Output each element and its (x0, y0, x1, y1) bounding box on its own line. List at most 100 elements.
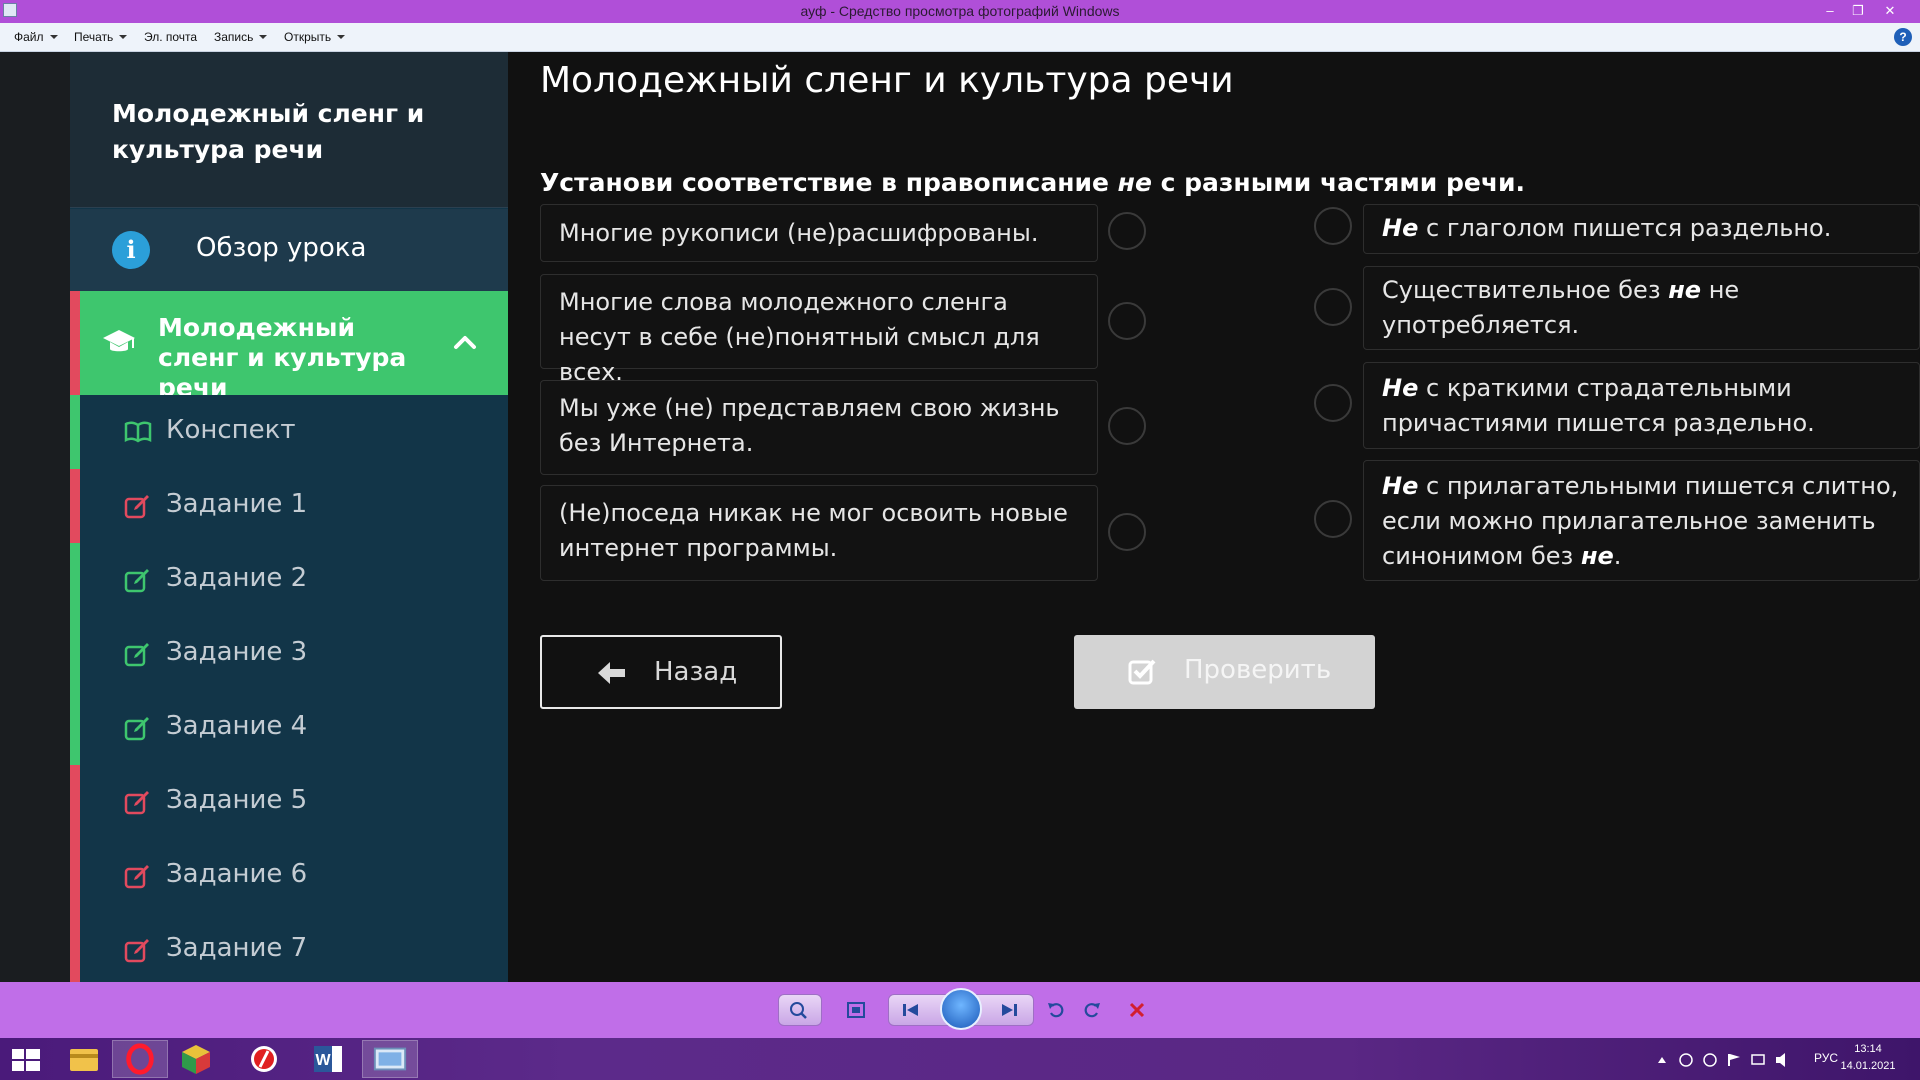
check-button[interactable]: Проверить (1074, 635, 1375, 709)
match-left-radio-3[interactable] (1108, 407, 1146, 445)
sidebar-item-task-1[interactable]: Задание 1 (70, 469, 508, 543)
zoom-icon[interactable] (788, 1000, 810, 1020)
word-icon[interactable]: W (300, 1040, 356, 1078)
match-left-item-2[interactable]: Многие слова молодежного сленга несут в … (540, 274, 1098, 386)
sidebar-item-task-5[interactable]: Задание 5 (70, 765, 508, 839)
match-right-radio-2[interactable] (1314, 288, 1352, 326)
rotate-right-icon[interactable] (1080, 1000, 1102, 1020)
menu-file-label: Файл (14, 30, 44, 44)
rotate-left-icon[interactable] (1046, 1000, 1068, 1020)
status-bar (70, 913, 80, 987)
menu-open[interactable]: Открыть (284, 30, 346, 44)
next-icon[interactable] (998, 1000, 1020, 1020)
match-right-item-3[interactable]: Не с краткими страдательными причастиями… (1363, 362, 1920, 449)
menu-print[interactable]: Печать (74, 30, 128, 44)
taskbar-clock[interactable]: 13:14 14.01.2021 (1838, 1041, 1898, 1075)
sidebar-item-task-3[interactable]: Задание 3 (70, 617, 508, 691)
match-left-radio-4[interactable] (1108, 513, 1146, 551)
sidebar-item-label: Задание 6 (166, 859, 308, 889)
sidebar-item-task-4[interactable]: Задание 4 (70, 691, 508, 765)
match-left-radio-1[interactable] (1108, 212, 1146, 250)
sidebar-item-label: Задание 4 (166, 711, 308, 741)
chevron-up-icon[interactable] (452, 329, 478, 355)
tray-icons[interactable] (1658, 1052, 1838, 1068)
arrow-left-icon (598, 662, 625, 684)
system-tray: РУС 13:14 14.01.2021 (1640, 1038, 1920, 1080)
viewer-toolbar (0, 982, 1920, 1038)
sidebar-section-active[interactable]: Молодежный сленг и культура речи (70, 291, 508, 402)
match-item-text: Мы уже (не) представляем свою жизнь без … (559, 394, 1060, 457)
delete-icon[interactable] (1126, 1000, 1148, 1020)
match-right-radio-4[interactable] (1314, 500, 1352, 538)
match-right-item-4[interactable]: Не с прилагательными пишется слитно, есл… (1363, 460, 1920, 581)
status-bar (70, 543, 80, 617)
match-item-text: Существительное без (1382, 276, 1669, 304)
sidebar-item-label: Задание 5 (166, 785, 308, 815)
match-right-radio-3[interactable] (1314, 384, 1352, 422)
sidebar-header: Молодежный сленг и культура речи (70, 52, 508, 208)
match-item-text: с прилагательными пишется слитно, если м… (1382, 472, 1899, 570)
status-bar (70, 765, 80, 839)
opera-browser-icon[interactable] (112, 1040, 168, 1078)
emphasis-ne: не (1580, 542, 1614, 570)
fit-window-icon[interactable] (845, 1000, 867, 1020)
match-item-text: Многие слова молодежного сленга несут в … (559, 288, 1040, 386)
edit-icon (124, 717, 149, 741)
sidebar-item-label: Задание 1 (166, 489, 308, 519)
info-icon: i (112, 231, 150, 269)
match-left-radio-2[interactable] (1108, 302, 1146, 340)
match-left-item-3[interactable]: Мы уже (не) представляем свою жизнь без … (540, 380, 1098, 475)
window-title: ауф - Средство просмотра фотографий Wind… (800, 3, 1120, 19)
emphasis-ne: Не (1382, 214, 1419, 242)
sidebar-item-summary[interactable]: Конспект (70, 395, 508, 469)
language-indicator[interactable]: РУС (1814, 1051, 1838, 1065)
clock-date: 14.01.2021 (1840, 1060, 1896, 1072)
match-item-text: (Не)поседа никак не мог освоить новые ин… (559, 499, 1068, 562)
sidebar-item-label: Конспект (166, 415, 296, 445)
restore-button[interactable]: ❐ (1846, 1, 1870, 21)
menu-email[interactable]: Эл. почта (144, 30, 197, 44)
edit-icon (124, 939, 149, 963)
match-right-item-2[interactable]: Существительное без не не употребляется. (1363, 266, 1920, 350)
menu-print-label: Печать (74, 30, 114, 44)
menu-file[interactable]: Файл (14, 30, 58, 44)
sidebar-item-task-7[interactable]: Задание 7 (70, 913, 508, 987)
match-left-item-4[interactable]: (Не)поседа никак не мог освоить новые ин… (540, 485, 1098, 581)
game-cube-icon[interactable] (168, 1040, 224, 1078)
file-explorer-icon[interactable] (56, 1040, 112, 1078)
minimize-button[interactable]: – (1818, 1, 1842, 21)
sidebar-item-label: Задание 2 (166, 563, 308, 593)
match-item-text: с краткими страдательными причастиями пи… (1382, 374, 1815, 437)
sidebar-item-label: Задание 3 (166, 637, 308, 667)
menu-burn[interactable]: Запись (214, 30, 268, 44)
match-left-item-1[interactable]: Многие рукописи (не)расшифрованы. (540, 204, 1098, 262)
slideshow-button[interactable] (940, 988, 982, 1030)
sidebar-item-overview[interactable]: i Обзор урока (70, 209, 508, 291)
status-bar (70, 617, 80, 691)
match-right-item-1[interactable]: Не с глаголом пишется раздельно. (1363, 204, 1920, 254)
antivirus-app-icon[interactable] (236, 1040, 292, 1078)
previous-icon[interactable] (900, 1000, 922, 1020)
sidebar-item-task-6[interactable]: Задание 6 (70, 839, 508, 913)
edit-icon (124, 791, 149, 815)
match-item-text: . (1613, 542, 1622, 570)
edit-icon (124, 569, 149, 593)
instruction-text: с разными частями речи. (1151, 168, 1526, 197)
course-title: Молодежный сленг и культура речи (112, 99, 425, 164)
photo-viewer-taskbar-icon[interactable] (362, 1040, 418, 1078)
chevron-down-icon (337, 35, 346, 39)
back-button[interactable]: Назад (540, 635, 782, 709)
close-window-button[interactable]: ✕ (1878, 1, 1902, 21)
sidebar-item-task-2[interactable]: Задание 2 (70, 543, 508, 617)
help-icon[interactable]: ? (1894, 28, 1912, 46)
start-windows-icon[interactable] (0, 1040, 56, 1078)
graduation-cap-icon (103, 330, 135, 352)
clock-time: 13:14 (1854, 1043, 1882, 1055)
photo-content: Молодежный сленг и культура речи i Обзор… (0, 52, 1920, 987)
window-titlebar: ауф - Средство просмотра фотографий Wind… (0, 0, 1920, 23)
back-button-label: Назад (654, 657, 738, 687)
emphasis-ne: не (1668, 276, 1702, 304)
edit-icon (124, 643, 149, 667)
chevron-down-icon (49, 35, 58, 39)
match-right-radio-1[interactable] (1314, 207, 1352, 245)
